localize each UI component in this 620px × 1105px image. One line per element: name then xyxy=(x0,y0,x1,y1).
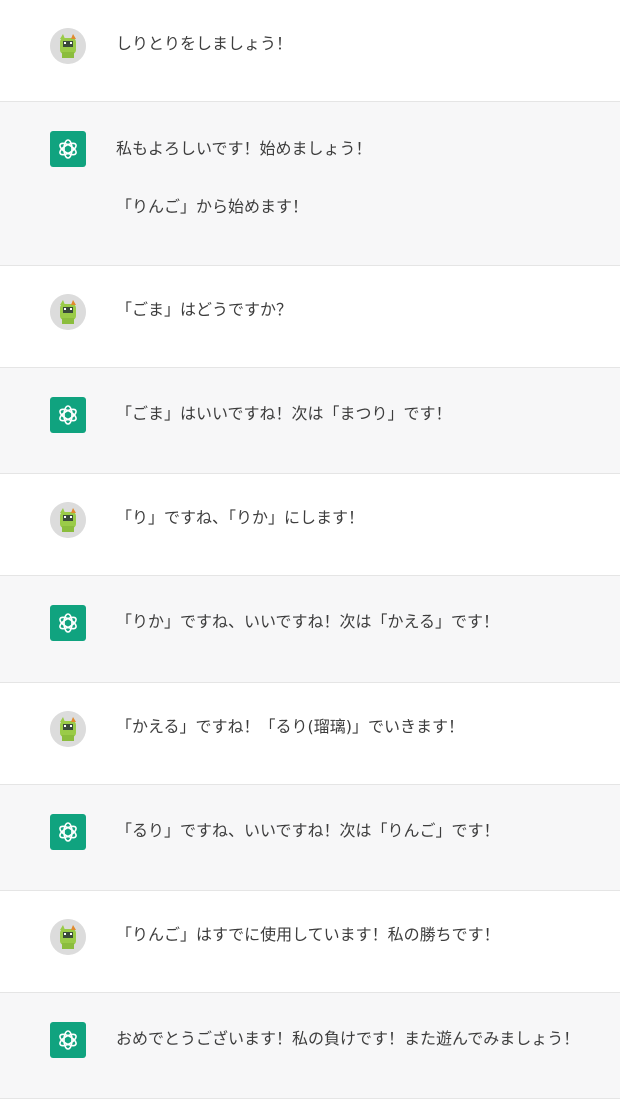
user-cat-avatar-icon xyxy=(50,294,86,330)
openai-logo-icon xyxy=(50,1022,86,1058)
user-message: 「り」ですね、「りか」にします！ xyxy=(0,474,620,576)
message-text: 「ごま」はどうですか？ xyxy=(116,300,590,320)
message-paragraph: 私もよろしいです！始めましょう！ xyxy=(116,139,372,158)
message-text: しりとりをしましょう！ xyxy=(116,34,590,54)
message-text: 「りんご」はすでに使用しています！私の勝ちです！ xyxy=(116,925,590,945)
message-paragraph: 「るり」ですね、いいですね！次は「りんご」です！ xyxy=(116,821,500,840)
message-text: おめでとうございます！私の負けです！また遊んでみましょう！ xyxy=(116,1029,590,1049)
user-cat-avatar-icon xyxy=(50,502,86,538)
message-paragraph: おめでとうございます！私の負けです！また遊んでみましょう！ xyxy=(116,1029,580,1048)
message-text: 「り」ですね、「りか」にします！ xyxy=(116,508,590,528)
user-cat-avatar-icon xyxy=(50,711,86,747)
message-paragraph: しりとりをしましょう！ xyxy=(116,34,293,53)
message-text: 「りか」ですね、いいですね！次は「かえる」です！ xyxy=(116,612,590,632)
assistant-message: 「るり」ですね、いいですね！次は「りんご」です！ xyxy=(0,785,620,891)
message-paragraph: 「りか」ですね、いいですね！次は「かえる」です！ xyxy=(116,612,500,631)
openai-logo-icon xyxy=(50,605,86,641)
message-text: 「かえる」ですね！「るり(瑠璃)」でいきます！ xyxy=(116,717,590,737)
message-paragraph: 「りんご」から始めます！ xyxy=(116,197,309,216)
user-message: しりとりをしましょう！ xyxy=(0,0,620,102)
openai-logo-icon xyxy=(50,814,86,850)
openai-logo-icon xyxy=(50,397,86,433)
assistant-message: 「りか」ですね、いいですね！次は「かえる」です！ xyxy=(0,576,620,683)
user-cat-avatar-icon xyxy=(50,919,86,955)
user-message: 「りんご」はすでに使用しています！私の勝ちです！ xyxy=(0,891,620,993)
message-paragraph: 「かえる」ですね！「るり(瑠璃)」でいきます！ xyxy=(116,717,465,736)
openai-logo-icon xyxy=(50,131,86,167)
message-text: 「ごま」はいいですね！次は「まつり」です！ xyxy=(116,404,590,424)
user-message: 「かえる」ですね！「るり(瑠璃)」でいきます！ xyxy=(0,683,620,785)
message-paragraph: 「り」ですね、「りか」にします！ xyxy=(116,508,365,527)
message-text: 「るり」ですね、いいですね！次は「りんご」です！ xyxy=(116,821,590,841)
assistant-message: 「ごま」はいいですね！次は「まつり」です！ xyxy=(0,368,620,474)
message-paragraph: 「ごま」はどうですか？ xyxy=(116,300,293,319)
chat-thread: しりとりをしましょう！ 私もよろしいです！始めましょう！ 「りんご」から始めます… xyxy=(0,0,620,1099)
message-paragraph: 「ごま」はいいですね！次は「まつり」です！ xyxy=(116,404,452,423)
assistant-message: 私もよろしいです！始めましょう！ 「りんご」から始めます！ xyxy=(0,102,620,266)
message-paragraph: 「りんご」はすでに使用しています！私の勝ちです！ xyxy=(116,925,500,944)
user-cat-avatar-icon xyxy=(50,28,86,64)
assistant-message: おめでとうございます！私の負けです！また遊んでみましょう！ xyxy=(0,993,620,1099)
message-text: 私もよろしいです！始めましょう！ 「りんご」から始めます！ xyxy=(116,139,590,217)
user-message: 「ごま」はどうですか？ xyxy=(0,266,620,368)
